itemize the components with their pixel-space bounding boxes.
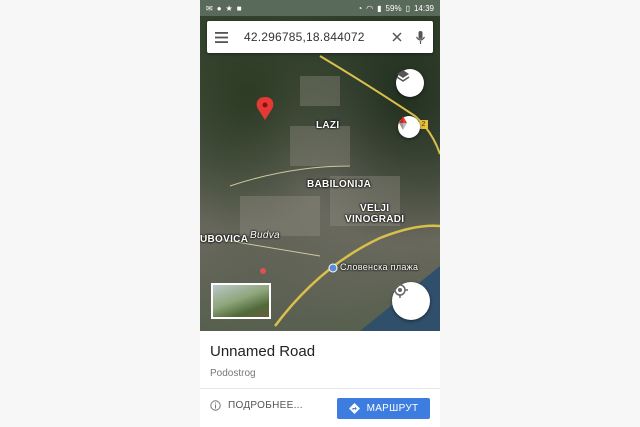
map-label-babilonija: BABILONIJA (307, 179, 372, 190)
route-label: МАРШРУТ (366, 403, 419, 414)
place-panel[interactable]: Unnamed Road Podostrog ПОДРОБНЕЕ... МАРШ… (200, 331, 440, 427)
road-badge: 2 (419, 120, 428, 129)
place-subtitle: Podostrog (210, 368, 256, 379)
compass-button[interactable] (398, 116, 420, 138)
poi-marker[interactable] (260, 268, 266, 274)
microphone-icon[interactable] (416, 30, 425, 44)
alarm-icon: ◔ (357, 3, 363, 13)
details-label: ПОДРОБНЕЕ... (228, 400, 303, 411)
details-button[interactable]: ПОДРОБНЕЕ... (210, 400, 303, 411)
pin-icon[interactable] (256, 97, 274, 120)
signal-icon: ▮ (377, 3, 382, 13)
map-label-budva: Budva (250, 230, 280, 241)
status-bar: ✉ ● ★ ■ ◔ ◠ ▮ 59% ▯ 14:39 (200, 0, 440, 16)
search-input[interactable]: 42.296785,18.844072 (244, 30, 365, 44)
clear-icon[interactable] (392, 32, 402, 42)
battery-icon: ▯ (405, 3, 410, 13)
map-label-lazi: LAZI (316, 120, 340, 131)
map-label-dubovica: UBOVICA (200, 234, 249, 245)
wifi-icon: ◠ (366, 3, 374, 13)
directions-icon (348, 403, 360, 414)
star-notification-icon: ★ (225, 3, 233, 13)
place-title: Unnamed Road (210, 343, 316, 360)
street-view-thumbnail[interactable] (211, 283, 271, 319)
menu-icon[interactable] (215, 31, 228, 43)
my-location-button[interactable] (392, 282, 430, 320)
camera-notification-icon: ■ (236, 3, 242, 13)
info-icon (210, 400, 221, 411)
search-bar[interactable]: 42.296785,18.844072 (207, 21, 433, 53)
phone-screen: ✉ ● ★ ■ ◔ ◠ ▮ 59% ▯ 14:39 LAZI BABILONIJ… (200, 0, 440, 427)
mic-notification-icon: ● (216, 3, 222, 13)
battery-level: 59% (385, 3, 402, 13)
panel-divider (200, 388, 440, 389)
clock: 14:39 (413, 3, 434, 13)
notification-icon: ✉ (206, 3, 213, 13)
layers-button[interactable] (396, 69, 424, 97)
beach-poi-icon[interactable] (328, 263, 338, 273)
route-button[interactable]: МАРШРУТ (337, 398, 430, 419)
map-label-velji-vinogradi: VELJI VINOGRADI (345, 203, 405, 225)
map-label-slovenska-plaza: Словенска плажа (340, 262, 419, 272)
